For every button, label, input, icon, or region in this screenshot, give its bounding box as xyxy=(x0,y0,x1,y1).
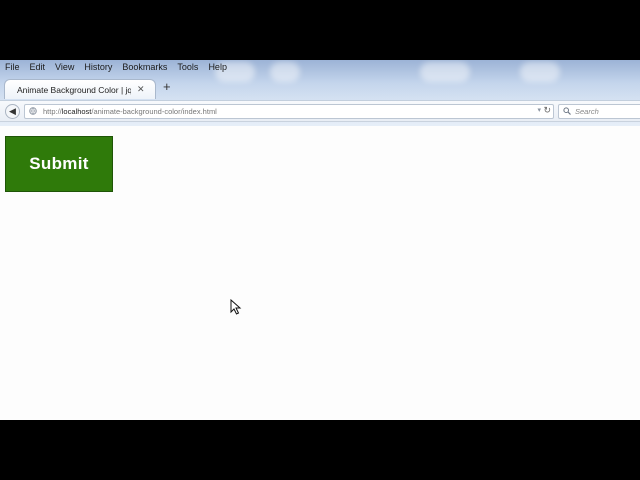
browser-chrome: File Edit View History Bookmarks Tools H… xyxy=(0,60,640,126)
url-host: localhost xyxy=(61,107,92,116)
mouse-pointer-icon xyxy=(230,299,242,315)
search-box[interactable]: Search xyxy=(558,104,640,119)
reload-icon[interactable]: ↻ xyxy=(543,105,551,116)
menu-history[interactable]: History xyxy=(83,62,113,72)
new-tab-button[interactable]: + xyxy=(163,79,171,94)
url-path: /animate-background-color/index.html xyxy=(91,107,217,116)
search-placeholder: Search xyxy=(575,107,599,116)
menu-bar: File Edit View History Bookmarks Tools H… xyxy=(0,60,640,74)
menu-view[interactable]: View xyxy=(54,62,75,72)
tab-close-icon[interactable]: ✕ xyxy=(137,84,145,95)
url-scheme: http:// xyxy=(43,107,62,116)
menu-file[interactable]: File xyxy=(4,62,21,72)
tab-active[interactable]: Animate Background Color | jq... ✕ xyxy=(4,79,156,99)
search-icon xyxy=(563,106,571,117)
menu-tools[interactable]: Tools xyxy=(176,62,199,72)
menu-edit[interactable]: Edit xyxy=(29,62,47,72)
menu-help[interactable]: Help xyxy=(207,62,228,72)
address-url: http://localhost/animate-background-colo… xyxy=(43,107,217,116)
submit-button[interactable]: Submit xyxy=(5,136,113,192)
tab-title: Animate Background Color | jq... xyxy=(17,84,131,95)
page-content: Submit xyxy=(0,126,640,420)
tab-strip: Animate Background Color | jq... ✕ + xyxy=(0,77,640,99)
back-arrow-icon[interactable]: ◀ xyxy=(5,104,20,119)
url-dropdown-icon[interactable]: ▾ xyxy=(537,106,541,114)
site-identity-icon[interactable] xyxy=(29,106,39,117)
browser-window: File Edit View History Bookmarks Tools H… xyxy=(0,60,640,420)
menu-bookmarks[interactable]: Bookmarks xyxy=(121,62,168,72)
address-bar[interactable]: http://localhost/animate-background-colo… xyxy=(24,104,554,119)
navigation-toolbar: ◀ http://localhost/animate-background-co… xyxy=(0,100,640,122)
